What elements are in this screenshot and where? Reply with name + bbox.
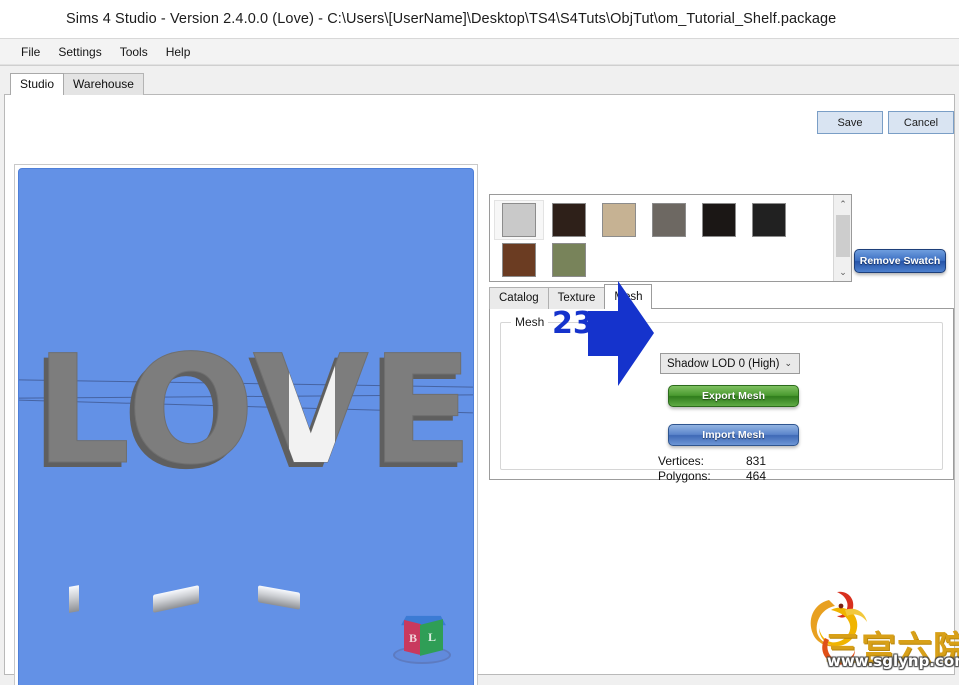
swatch-item-7[interactable] xyxy=(544,240,594,280)
3d-viewport[interactable]: LOVE LOVE LOVE B L xyxy=(18,168,474,685)
mesh-groupbox: Mesh Shadow LOD 0 (High) ⌄ Export Mesh I… xyxy=(500,315,943,483)
swatch-item-6[interactable] xyxy=(494,240,544,280)
vertices-label: Vertices: xyxy=(658,454,705,468)
studio-page: LOVE LOVE LOVE B L xyxy=(4,94,955,685)
swatch-panel: ⌃ ⌄ xyxy=(489,194,852,282)
tab-studio[interactable]: Studio xyxy=(10,73,65,95)
cube-back-label: B xyxy=(409,631,418,645)
window-title: Sims 4 Studio - Version 2.4.0.0 (Love) -… xyxy=(66,11,837,27)
export-mesh-button[interactable]: Export Mesh xyxy=(668,385,799,407)
polygons-value: 464 xyxy=(745,469,766,483)
polygons-label: Polygons: xyxy=(658,469,711,483)
model-specular-highlight xyxy=(258,585,300,610)
swatch-color-chip xyxy=(502,243,536,277)
mesh-stats: Vertices: 831 Polygons: 464 xyxy=(658,454,766,484)
import-mesh-button[interactable]: Import Mesh xyxy=(668,424,799,446)
sims4studio-window: Sims 4 Studio - Version 2.4.0.0 (Love) -… xyxy=(0,0,959,685)
swatch-scrollbar[interactable]: ⌃ ⌄ xyxy=(833,195,851,281)
swatch-color-chip xyxy=(602,203,636,237)
vertices-value: 831 xyxy=(745,454,766,468)
mesh-groupbox-title: Mesh xyxy=(511,315,549,329)
scroll-down-icon[interactable]: ⌄ xyxy=(834,263,852,281)
menu-item-tools[interactable]: Tools xyxy=(111,42,157,62)
tab-catalog[interactable]: Catalog xyxy=(489,287,549,309)
main-tab-strip: Studio Warehouse xyxy=(10,73,144,95)
swatch-color-chip xyxy=(502,203,536,237)
model-highlight-face: LOVE xyxy=(289,336,335,486)
cancel-button[interactable]: Cancel xyxy=(888,111,954,134)
stats-row-polygons: Polygons: 464 xyxy=(658,469,766,484)
swatch-item-4[interactable] xyxy=(694,200,744,240)
model-specular-highlight xyxy=(69,585,79,613)
menu-bar: File Settings Tools Help xyxy=(0,38,959,65)
title-bar: Sims 4 Studio - Version 2.4.0.0 (Love) -… xyxy=(0,0,959,38)
swatch-color-chip xyxy=(552,243,586,277)
mesh-model-love: LOVE LOVE LOVE xyxy=(30,336,473,613)
client-area: Studio Warehouse LOVE LOVE LOVE xyxy=(0,65,959,685)
cube-left-label: L xyxy=(428,630,437,644)
swatch-item-0[interactable] xyxy=(494,200,544,240)
save-button[interactable]: Save xyxy=(817,111,883,134)
model-specular-highlight xyxy=(153,585,199,613)
menu-item-help[interactable]: Help xyxy=(157,42,200,62)
swatch-item-2[interactable] xyxy=(594,200,644,240)
remove-swatch-button[interactable]: Remove Swatch xyxy=(854,249,946,273)
lod-select[interactable]: Shadow LOD 0 (High) ⌄ xyxy=(660,353,800,374)
model-face: LOVE xyxy=(34,324,474,498)
tab-mesh[interactable]: Mesh xyxy=(604,284,653,309)
chevron-down-icon: ⌄ xyxy=(784,358,792,368)
orientation-cube-icon[interactable]: B L xyxy=(391,615,455,674)
swatch-item-3[interactable] xyxy=(644,200,694,240)
menu-item-settings[interactable]: Settings xyxy=(49,42,110,62)
swatch-color-chip xyxy=(552,203,586,237)
scrollbar-thumb[interactable] xyxy=(836,215,850,257)
tab-warehouse[interactable]: Warehouse xyxy=(63,73,144,95)
swatch-color-chip xyxy=(752,203,786,237)
swatch-list xyxy=(490,195,832,281)
menu-item-file[interactable]: File xyxy=(12,42,49,62)
viewport-frame: LOVE LOVE LOVE B L xyxy=(14,164,478,685)
lod-select-value: Shadow LOD 0 (High) xyxy=(667,357,780,370)
swatch-item-5[interactable] xyxy=(744,200,794,240)
swatch-color-chip xyxy=(702,203,736,237)
stats-row-vertices: Vertices: 831 xyxy=(658,454,766,469)
scroll-up-icon[interactable]: ⌃ xyxy=(834,195,852,213)
annotation-step-number: 23 xyxy=(552,306,594,341)
swatch-item-1[interactable] xyxy=(544,200,594,240)
swatch-color-chip xyxy=(652,203,686,237)
